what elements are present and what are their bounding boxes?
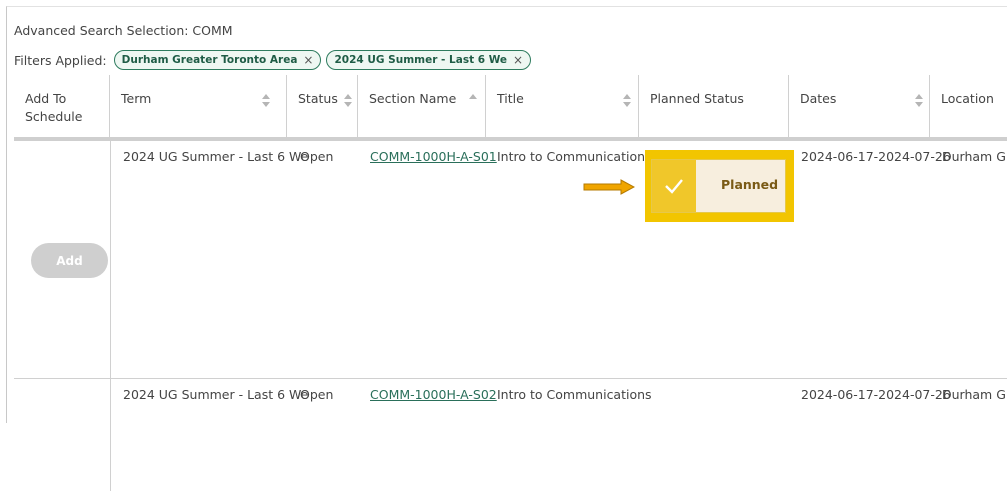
column-header-term[interactable]: Term: [110, 75, 287, 140]
filter-chip-location[interactable]: Durham Greater Toronto Area ×: [113, 50, 322, 70]
location-cell: Durham Gr: [942, 149, 1007, 164]
column-header-planned: Planned Status: [639, 75, 789, 140]
planned-status-highlight: Planned: [645, 150, 794, 222]
column-header-label: Status: [298, 91, 338, 106]
check-icon: [652, 160, 696, 212]
row-divider: [14, 378, 1007, 379]
title-cell: Intro to Communications: [497, 387, 652, 402]
title-cell: Intro to Communications: [497, 149, 652, 164]
column-header-status[interactable]: Status: [287, 75, 358, 140]
column-header-label: Section Name: [369, 91, 457, 106]
section-link[interactable]: COMM-1000H-A-S02: [370, 387, 497, 402]
arrow-right-icon: [583, 179, 635, 195]
term-cell: 2024 UG Summer - Last 6 We: [123, 149, 309, 164]
column-header-title[interactable]: Title: [486, 75, 639, 140]
column-header-add: Add To Schedule: [14, 75, 110, 140]
filter-chip-label: Durham Greater Toronto Area: [121, 54, 298, 66]
add-button[interactable]: Add: [31, 243, 108, 278]
close-icon[interactable]: ×: [513, 53, 523, 67]
sort-icon[interactable]: [469, 94, 477, 108]
close-icon[interactable]: ×: [303, 53, 313, 67]
column-header-label: Planned Status: [650, 91, 744, 106]
header-divider: [14, 137, 1007, 141]
column-header-label: Add To Schedule: [25, 91, 83, 124]
sort-icon[interactable]: [344, 94, 352, 108]
sort-icon[interactable]: [915, 94, 923, 108]
status-cell: Open: [300, 387, 334, 402]
column-header-label: Location: [941, 91, 994, 106]
status-cell: Open: [300, 149, 334, 164]
dates-cell: 2024-06-17-2024-07-26: [801, 149, 951, 164]
filters-bar: Filters Applied: Durham Greater Toronto …: [14, 50, 532, 70]
column-header-section[interactable]: Section Name: [358, 75, 486, 140]
column-header-label: Title: [497, 91, 524, 106]
column-header-dates[interactable]: Dates: [789, 75, 930, 140]
planned-status-badge[interactable]: Planned: [651, 159, 786, 213]
planned-status-label: Planned: [721, 177, 779, 192]
sort-icon[interactable]: [623, 94, 631, 108]
term-cell: 2024 UG Summer - Last 6 We: [123, 387, 309, 402]
filters-label: Filters Applied:: [14, 52, 107, 68]
column-header-label: Dates: [800, 91, 837, 106]
filter-chip-term[interactable]: 2024 UG Summer - Last 6 We ×: [326, 50, 532, 70]
location-cell: Durham Gr: [942, 387, 1007, 402]
section-link[interactable]: COMM-1000H-A-S01: [370, 149, 497, 164]
sort-icon[interactable]: [262, 94, 270, 108]
column-header-label: Term: [121, 91, 152, 106]
filter-chip-label: 2024 UG Summer - Last 6 We: [334, 54, 508, 66]
dates-cell: 2024-06-17-2024-07-26: [801, 387, 951, 402]
search-selection-label: Advanced Search Selection: COMM: [14, 23, 233, 38]
column-divider: [110, 141, 111, 491]
column-header-location[interactable]: Location: [930, 75, 1007, 140]
